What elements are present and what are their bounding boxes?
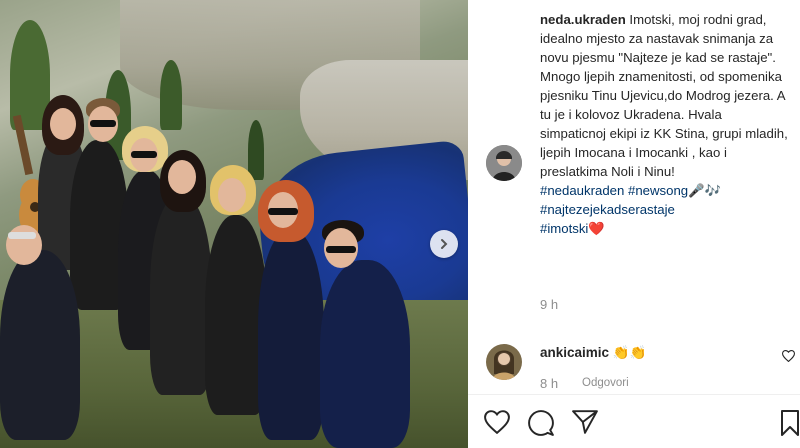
- comment-time: 8 h: [540, 376, 559, 391]
- sunglasses: [268, 208, 298, 215]
- commenter-avatar[interactable]: [486, 344, 522, 380]
- post-detail-panel: neda.ukraden Imotski, moj rodni grad, id…: [468, 0, 800, 448]
- face: [218, 178, 246, 212]
- author-username[interactable]: neda.ukraden: [540, 12, 626, 27]
- person: [0, 250, 80, 440]
- sunglasses: [90, 120, 116, 127]
- commenter-username[interactable]: ankicaimic: [540, 345, 609, 360]
- like-comment-button[interactable]: [781, 349, 796, 367]
- heart-icon: [484, 410, 510, 435]
- face: [50, 108, 76, 140]
- emoji: 🎤🎶: [688, 183, 721, 198]
- person: [320, 260, 410, 448]
- share-icon: [572, 410, 598, 434]
- divider: [468, 394, 800, 395]
- save-button[interactable]: [780, 410, 800, 441]
- comment-icon: [528, 410, 554, 436]
- hashtag[interactable]: #nedaukraden: [540, 183, 624, 198]
- comment: ankicaimic 👏👏: [540, 345, 646, 361]
- sunglasses: [326, 246, 356, 253]
- share-button[interactable]: [572, 410, 598, 439]
- chevron-right-icon: [441, 239, 448, 249]
- hashtag[interactable]: #najtezejekadserastaje: [540, 202, 675, 217]
- heart-icon: [781, 350, 796, 363]
- face: [168, 160, 196, 194]
- sunglasses: [8, 232, 36, 239]
- hashtag[interactable]: #imotski: [540, 221, 588, 236]
- post-caption: neda.ukraden Imotski, moj rodni grad, id…: [540, 10, 788, 238]
- post-time: 9 h: [540, 297, 559, 312]
- tree: [248, 120, 264, 180]
- person: [258, 230, 324, 440]
- person: [150, 195, 212, 395]
- sunglasses: [131, 151, 157, 158]
- heart-emoji: ❤️: [588, 221, 605, 236]
- bookmark-icon: [781, 410, 799, 436]
- comment-button[interactable]: [528, 410, 554, 441]
- like-button[interactable]: [484, 410, 510, 439]
- post-photo[interactable]: [0, 0, 468, 448]
- tree: [160, 60, 182, 130]
- reply-button[interactable]: Odgovori: [582, 377, 629, 389]
- hashtag[interactable]: #newsong: [628, 183, 688, 198]
- author-avatar[interactable]: [486, 145, 522, 181]
- caption-text: Imotski, moj rodni grad, idealno mjesto …: [540, 12, 788, 179]
- comment-text: 👏👏: [612, 345, 647, 360]
- face: [6, 225, 42, 265]
- next-photo-button[interactable]: [430, 230, 458, 258]
